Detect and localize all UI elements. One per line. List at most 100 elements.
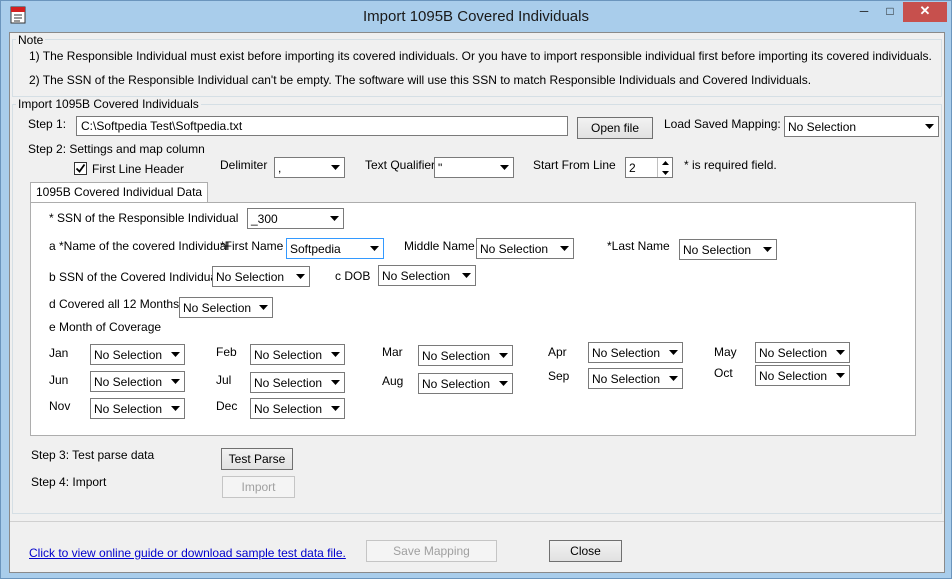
first-line-header-label: First Line Header [92, 162, 185, 176]
stepper-buttons [657, 158, 672, 177]
month-mar-label: Mar [382, 345, 403, 359]
month-jun-select[interactable]: No Selection [90, 371, 185, 392]
chevron-down-icon[interactable] [167, 372, 184, 391]
close-window-button[interactable]: ✕ [903, 2, 947, 22]
chevron-down-icon[interactable] [495, 346, 512, 365]
dob-select[interactable]: No Selection [378, 265, 476, 286]
load-mapping-select[interactable]: No Selection [784, 116, 939, 137]
open-file-button[interactable]: Open file [577, 117, 653, 139]
month-jul-select[interactable]: No Selection [250, 372, 345, 393]
last-name-label: *Last Name [607, 239, 670, 253]
covered-all-label: d Covered all 12 Months [49, 297, 180, 311]
chevron-down-icon[interactable] [658, 168, 672, 177]
load-mapping-value: No Selection [788, 120, 857, 134]
ssn-covered-select[interactable]: No Selection [212, 266, 310, 287]
month-sep-value: No Selection [592, 372, 661, 386]
month-aug-select[interactable]: No Selection [418, 373, 513, 394]
month-coverage-label: e Month of Coverage [49, 320, 162, 334]
minimize-button[interactable]: ─ [851, 2, 877, 22]
chevron-down-icon[interactable] [327, 158, 344, 177]
chevron-down-icon[interactable] [167, 399, 184, 418]
chevron-up-icon[interactable] [658, 158, 672, 167]
month-aug-label: Aug [382, 374, 404, 388]
month-jan-label: Jan [49, 346, 69, 360]
note-line-2: 2) The SSN of the Responsible Individual… [29, 73, 812, 87]
ssn-responsible-select[interactable]: _300 [247, 208, 344, 229]
chevron-down-icon[interactable] [327, 345, 344, 364]
month-apr-select[interactable]: No Selection [588, 342, 683, 363]
chevron-down-icon[interactable] [366, 239, 383, 258]
chevron-down-icon[interactable] [292, 267, 309, 286]
close-button[interactable]: Close [549, 540, 622, 562]
chevron-down-icon[interactable] [327, 373, 344, 392]
month-jan-value: No Selection [94, 348, 163, 362]
ssn-responsible-value: _300 [251, 212, 278, 226]
month-may-select[interactable]: No Selection [755, 342, 850, 363]
month-aug-value: No Selection [422, 377, 491, 391]
chevron-down-icon[interactable] [326, 209, 343, 228]
delimiter-select[interactable]: , [274, 157, 345, 178]
step3-label: Step 3: Test parse data [31, 448, 155, 462]
month-dec-label: Dec [216, 399, 238, 413]
covered-all-select[interactable]: No Selection [179, 297, 273, 318]
ssn-covered-value: No Selection [216, 270, 285, 284]
first-name-label: *First Name [220, 239, 284, 253]
window-title: Import 1095B Covered Individuals [363, 8, 589, 25]
month-apr-value: No Selection [592, 346, 661, 360]
text-qualifier-select[interactable]: " [434, 157, 514, 178]
month-jan-select[interactable]: No Selection [90, 344, 185, 365]
delimiter-value: , [278, 161, 282, 175]
save-mapping-button[interactable]: Save Mapping [366, 540, 497, 562]
note-line-1: 1) The Responsible Individual must exist… [29, 49, 932, 63]
maximize-button[interactable]: □ [877, 2, 903, 22]
month-nov-select[interactable]: No Selection [90, 398, 185, 419]
month-jun-label: Jun [49, 373, 69, 387]
month-feb-select[interactable]: No Selection [250, 344, 345, 365]
import-window: Import 1095B Covered Individuals ─ □ ✕ N… [0, 0, 952, 579]
chevron-down-icon[interactable] [832, 343, 849, 362]
step1-label: Step 1: [28, 117, 67, 131]
chevron-down-icon[interactable] [665, 369, 682, 388]
start-line-stepper[interactable]: 2 [625, 157, 673, 178]
chevron-down-icon[interactable] [832, 366, 849, 385]
month-feb-value: No Selection [254, 348, 323, 362]
month-jun-value: No Selection [94, 375, 163, 389]
month-nov-label: Nov [49, 399, 71, 413]
chevron-down-icon[interactable] [759, 240, 776, 259]
test-parse-button[interactable]: Test Parse [221, 448, 293, 470]
chevron-down-icon[interactable] [255, 298, 272, 317]
import-button[interactable]: Import [222, 476, 295, 498]
last-name-select[interactable]: No Selection [679, 239, 777, 260]
start-line-label: Start From Line [533, 158, 616, 172]
first-line-header-checkbox[interactable] [74, 162, 87, 175]
month-sep-label: Sep [548, 369, 570, 383]
text-qualifier-label: Text Qualifier [365, 158, 436, 172]
month-may-label: May [714, 345, 737, 359]
chevron-down-icon[interactable] [327, 399, 344, 418]
load-mapping-label: Load Saved Mapping: [664, 117, 781, 131]
title-bar[interactable]: Import 1095B Covered Individuals ─ □ ✕ [1, 1, 951, 32]
chevron-down-icon[interactable] [495, 374, 512, 393]
month-sep-select[interactable]: No Selection [588, 368, 683, 389]
month-mar-select[interactable]: No Selection [418, 345, 513, 366]
chevron-down-icon[interactable] [556, 239, 573, 258]
month-dec-select[interactable]: No Selection [250, 398, 345, 419]
file-path-input[interactable]: C:\Softpedia Test\Softpedia.txt [76, 116, 568, 136]
month-jul-value: No Selection [254, 376, 323, 390]
online-guide-link[interactable]: Click to view online guide or download s… [29, 546, 346, 560]
chevron-down-icon[interactable] [167, 345, 184, 364]
chevron-down-icon[interactable] [665, 343, 682, 362]
month-oct-select[interactable]: No Selection [755, 365, 850, 386]
footer-divider [10, 521, 944, 522]
month-feb-label: Feb [216, 345, 237, 359]
month-jul-label: Jul [216, 373, 232, 387]
note-label: Note [16, 33, 46, 47]
chevron-down-icon[interactable] [921, 117, 938, 136]
middle-name-value: No Selection [480, 242, 549, 256]
step4-label: Step 4: Import [31, 475, 107, 489]
middle-name-select[interactable]: No Selection [476, 238, 574, 259]
tab-covered-individual-data[interactable]: 1095B Covered Individual Data [30, 182, 209, 203]
chevron-down-icon[interactable] [496, 158, 513, 177]
chevron-down-icon[interactable] [458, 266, 475, 285]
first-name-select[interactable]: Softpedia [286, 238, 384, 259]
